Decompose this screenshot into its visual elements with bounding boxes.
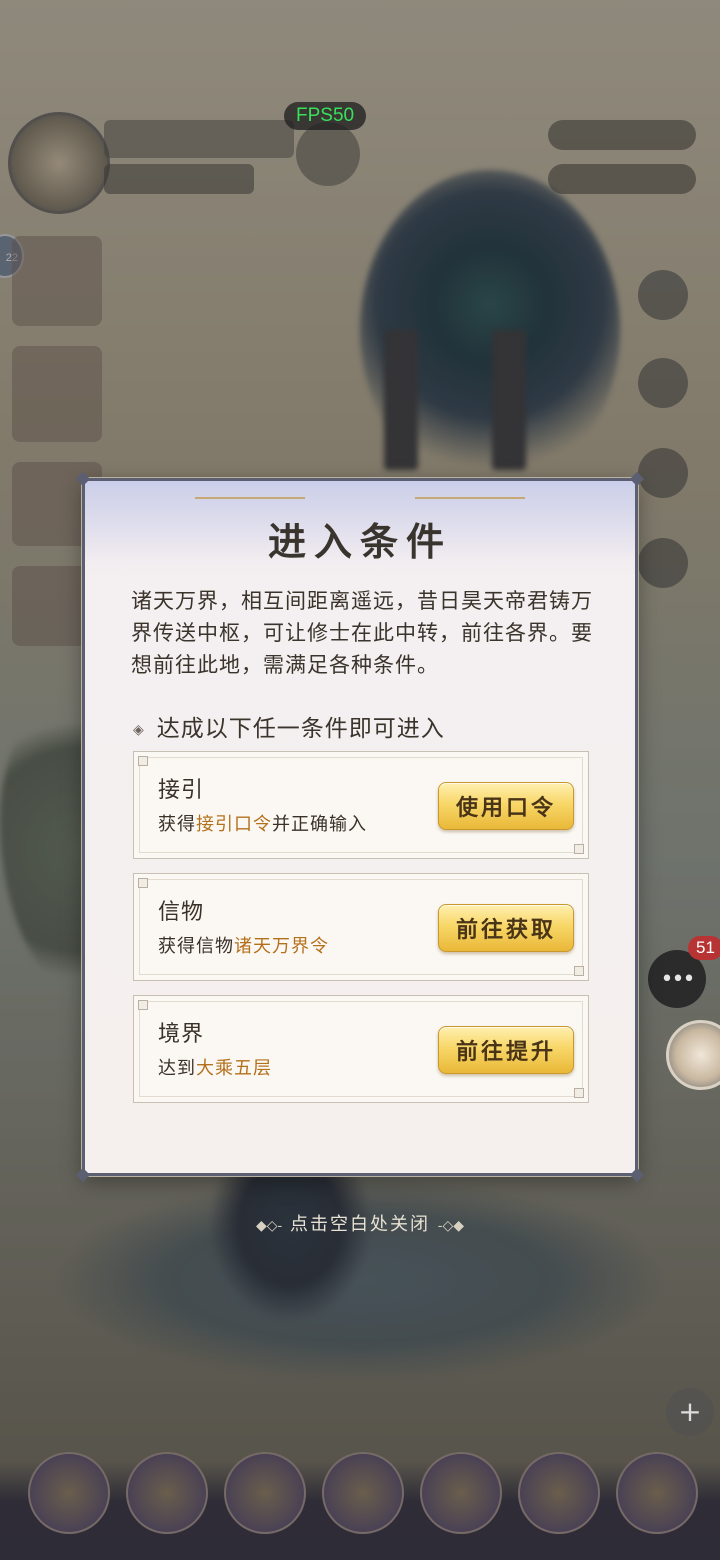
close-hint-ornament: ◆◇- bbox=[256, 1218, 283, 1234]
bottom-menu-button-7[interactable] bbox=[616, 1452, 698, 1534]
game-screen: 22 FPS50 ••• 51 + 进入条件 诸天万界，相互间距离遥远，昔日昊天… bbox=[0, 0, 720, 1560]
condition-detail-prefix: 达到 bbox=[158, 1058, 196, 1079]
condition-card-invitation: 接引 获得接引口令并正确输入 使用口令 bbox=[133, 751, 589, 859]
bottom-menu-button-4[interactable] bbox=[322, 1452, 404, 1534]
condition-card-realm: 境界 达到大乘五层 前往提升 bbox=[133, 995, 589, 1103]
diamond-icon: ◈ bbox=[133, 722, 145, 738]
condition-detail: 达到大乘五层 bbox=[158, 1054, 272, 1080]
chat-icon: ••• bbox=[660, 966, 696, 992]
dialog-description: 诸天万界，相互间距离遥远，昔日昊天帝君铸万界传送中枢，可让修士在此中转，前往各界… bbox=[131, 589, 593, 677]
condition-detail-suffix: 并正确输入 bbox=[272, 814, 367, 835]
card-corner-mark bbox=[138, 756, 148, 766]
card-corner-mark bbox=[138, 1000, 148, 1010]
title-ornament-right bbox=[415, 497, 525, 499]
bottom-menu-button-5[interactable] bbox=[420, 1452, 502, 1534]
conditions-header-text: 达成以下任一条件即可进入 bbox=[156, 716, 445, 742]
chat-unread-badge: 51 bbox=[688, 936, 720, 960]
go-upgrade-button[interactable]: 前往提升 bbox=[438, 1026, 574, 1074]
condition-detail: 获得接引口令并正确输入 bbox=[158, 810, 367, 836]
condition-detail-prefix: 获得 bbox=[158, 814, 196, 835]
condition-detail-prefix: 获得信物 bbox=[158, 936, 234, 957]
condition-name: 信物 bbox=[158, 900, 205, 925]
entry-conditions-dialog: 进入条件 诸天万界，相互间距离遥远，昔日昊天帝君铸万界传送中枢，可让修士在此中转… bbox=[75, 471, 645, 1183]
bottom-menu-button-6[interactable] bbox=[518, 1452, 600, 1534]
close-hint-text: 点击空白处关闭 bbox=[290, 1214, 430, 1235]
condition-detail-highlight: 接引口令 bbox=[196, 814, 272, 835]
conditions-header: ◈ 达成以下任一条件即可进入 bbox=[133, 709, 445, 743]
condition-detail-highlight: 诸天万界令 bbox=[234, 936, 329, 957]
bottom-menu-button-2[interactable] bbox=[126, 1452, 208, 1534]
condition-name: 接引 bbox=[158, 778, 205, 803]
title-ornament-left bbox=[195, 497, 305, 499]
condition-name: 境界 bbox=[158, 1022, 205, 1047]
bottom-menu-button-3[interactable] bbox=[224, 1452, 306, 1534]
plus-icon[interactable]: + bbox=[666, 1388, 714, 1436]
card-corner-mark bbox=[574, 1088, 584, 1098]
card-corner-mark bbox=[574, 966, 584, 976]
condition-detail-highlight: 大乘五层 bbox=[196, 1058, 272, 1079]
card-corner-mark bbox=[574, 844, 584, 854]
dialog-title: 进入条件 bbox=[267, 519, 452, 564]
go-obtain-button[interactable]: 前往获取 bbox=[438, 904, 574, 952]
fps-counter: FPS50 bbox=[284, 102, 367, 130]
close-hint-ornament: -◇◆ bbox=[437, 1218, 464, 1234]
card-corner-mark bbox=[138, 878, 148, 888]
use-passcode-button[interactable]: 使用口令 bbox=[438, 782, 574, 830]
condition-card-token: 信物 获得信物诸天万界令 前往获取 bbox=[133, 873, 589, 981]
close-hint[interactable]: ◆◇- 点击空白处关闭 -◇◆ bbox=[0, 1210, 720, 1236]
bottom-menu-button-1[interactable] bbox=[28, 1452, 110, 1534]
condition-detail: 获得信物诸天万界令 bbox=[158, 932, 329, 958]
